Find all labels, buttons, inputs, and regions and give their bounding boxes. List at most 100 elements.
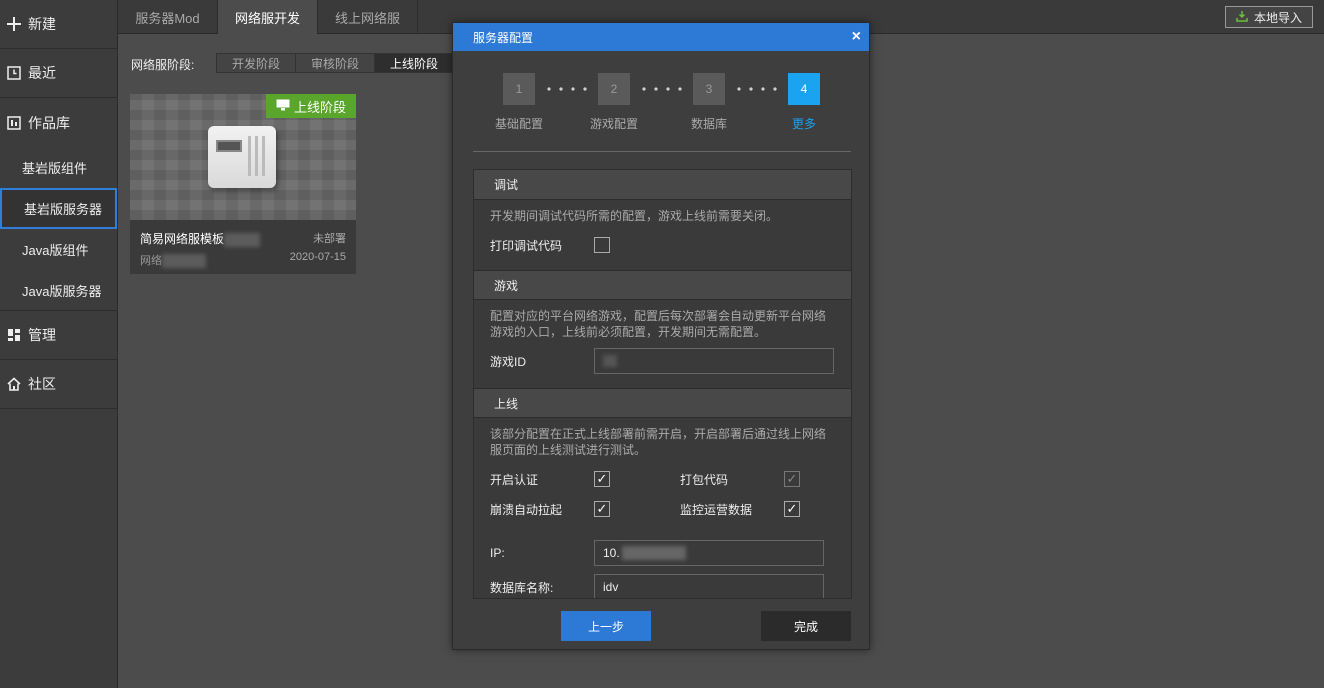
restart-label: 崩溃自动拉起 bbox=[490, 502, 563, 517]
local-import-button[interactable]: 本地导入 bbox=[1225, 6, 1313, 28]
section-debug-header: 调试 bbox=[474, 170, 851, 200]
game-id-input[interactable] bbox=[594, 348, 834, 374]
divider bbox=[473, 151, 851, 152]
deploy-status: 未部署 bbox=[313, 233, 346, 245]
section-debug-desc: 开发期间调试代码所需的配置，游戏上线前需要关闭。 bbox=[490, 209, 779, 223]
redacted-blur bbox=[162, 254, 206, 269]
section-game-desc: 配置对应的平台网络游戏，配置后每次部署会自动更新平台网络游戏的入口，上线前必须配… bbox=[490, 309, 827, 339]
config-scroll-area[interactable]: 调试 开发期间调试代码所需的配置，游戏上线前需要关闭。 打印调试代码 游戏 配置… bbox=[473, 169, 852, 599]
pack-label: 打包代码 bbox=[680, 472, 729, 487]
sidebar-item-new[interactable]: 新建 bbox=[0, 0, 117, 49]
step-4-label: 更多 bbox=[791, 117, 816, 131]
tab-online-network[interactable]: 线上网络服 bbox=[318, 0, 418, 34]
close-icon[interactable]: × bbox=[852, 28, 861, 46]
game-id-row: 游戏ID bbox=[490, 346, 835, 376]
sidebar-sub-label: 基岩版服务器 bbox=[24, 202, 103, 217]
sidebar-sub-label: Java版组件 bbox=[22, 243, 89, 258]
auth-pack-row: 开启认证 ✓ 打包代码 ✓ bbox=[490, 464, 835, 494]
stage-badge-label: 上线阶段 bbox=[293, 99, 346, 115]
auth-checkbox[interactable]: ✓ bbox=[594, 471, 610, 487]
game-id-label: 游戏ID bbox=[490, 354, 527, 369]
sidebar-item-recent[interactable]: 最近 bbox=[0, 49, 117, 98]
db-name-input[interactable]: idv bbox=[594, 574, 824, 598]
sidebar-sub-java-server[interactable]: Java版服务器 bbox=[0, 270, 117, 311]
dialog-title: 服务器配置 bbox=[473, 30, 534, 45]
section-debug-body: 开发期间调试代码所需的配置，游戏上线前需要关闭。 打印调试代码 bbox=[474, 200, 851, 270]
db-name-label: 数据库名称: bbox=[490, 580, 554, 595]
print-debug-checkbox[interactable] bbox=[594, 237, 610, 253]
server-config-dialog: 服务器配置 × 1 2 3 4 基础配置 游戏配置 数据库 更多 调试 开发期间… bbox=[452, 22, 870, 650]
ip-label: IP: bbox=[490, 546, 505, 560]
step-indicator: 1 2 3 4 基础配置 游戏配置 数据库 更多 bbox=[453, 73, 871, 133]
finish-button[interactable]: 完成 bbox=[761, 611, 851, 641]
dialog-header: 服务器配置 × bbox=[453, 23, 869, 51]
step-3[interactable]: 3 bbox=[693, 73, 725, 105]
plus-icon bbox=[6, 16, 22, 32]
step-connector bbox=[733, 87, 781, 91]
ip-value: 10. bbox=[603, 546, 620, 560]
ip-row: IP: 10. bbox=[490, 538, 835, 568]
prev-step-button[interactable]: 上一步 bbox=[561, 611, 651, 641]
step-4[interactable]: 4 bbox=[788, 73, 820, 105]
project-title-row: 简易网络服模板 bbox=[140, 230, 261, 247]
stage-tab-online[interactable]: 上线阶段 bbox=[374, 53, 454, 73]
step-1[interactable]: 1 bbox=[503, 73, 535, 105]
sidebar-sub-bedrock-server[interactable]: 基岩版服务器 bbox=[0, 188, 117, 229]
server-icon bbox=[208, 126, 276, 188]
pack-checkbox: ✓ bbox=[784, 471, 800, 487]
tab-label: 线上网络服 bbox=[334, 10, 400, 26]
stage-tab-dev[interactable]: 开发阶段 bbox=[216, 53, 296, 73]
section-online-desc: 该部分配置在正式上线部署前需开启，开启部署后通过线上网络服页面的上线测试进行测试… bbox=[490, 427, 827, 457]
sidebar-sub-java-component[interactable]: Java版组件 bbox=[0, 229, 117, 270]
project-card[interactable]: 上线阶段 简易网络服模板 未部署 网络 2020-07-15 bbox=[130, 94, 356, 274]
monitor-icon bbox=[276, 99, 290, 114]
project-thumbnail: 上线阶段 bbox=[130, 94, 356, 220]
sidebar-item-label: 新建 bbox=[28, 16, 56, 32]
section-online-body: 该部分配置在正式上线部署前需开启，开启部署后通过线上网络服页面的上线测试进行测试… bbox=[474, 418, 851, 598]
step-2[interactable]: 2 bbox=[598, 73, 630, 105]
section-game-header: 游戏 bbox=[474, 270, 851, 300]
sidebar-item-community[interactable]: 社区 bbox=[0, 360, 117, 409]
sidebar-item-label: 管理 bbox=[28, 327, 56, 343]
sidebar-sub-bedrock-component[interactable]: 基岩版组件 bbox=[0, 147, 117, 188]
stage-tab-label: 上线阶段 bbox=[389, 56, 438, 71]
library-icon bbox=[6, 115, 22, 131]
stage-tab-review[interactable]: 审核阶段 bbox=[295, 53, 375, 73]
stage-badge: 上线阶段 bbox=[266, 94, 356, 118]
redacted-blur bbox=[621, 546, 686, 560]
ip-input[interactable]: 10. bbox=[594, 540, 824, 566]
sidebar-sub-label: Java版服务器 bbox=[22, 283, 102, 299]
sidebar-item-label: 作品库 bbox=[28, 114, 70, 131]
sidebar: 新建 最近 作品库 基岩版组件 基岩版服务器 Java版组件 Java版服务器 … bbox=[0, 0, 118, 688]
sidebar-item-library[interactable]: 作品库 bbox=[0, 98, 117, 147]
stage-tab-label: 开发阶段 bbox=[231, 56, 280, 71]
home-icon bbox=[6, 376, 22, 392]
sidebar-item-manage[interactable]: 管理 bbox=[0, 311, 117, 360]
sidebar-item-label: 社区 bbox=[28, 376, 56, 392]
step-connector bbox=[638, 87, 686, 91]
restart-checkbox[interactable]: ✓ bbox=[594, 501, 610, 517]
download-icon bbox=[1236, 10, 1248, 25]
grid-icon bbox=[6, 327, 22, 343]
project-date: 2020-07-15 bbox=[289, 251, 346, 263]
monitor-checkbox[interactable]: ✓ bbox=[784, 501, 800, 517]
section-online-header: 上线 bbox=[474, 388, 851, 418]
local-import-label: 本地导入 bbox=[1253, 10, 1302, 25]
tab-label: 网络服开发 bbox=[234, 10, 300, 26]
auth-label: 开启认证 bbox=[490, 472, 539, 487]
tab-server-mod[interactable]: 服务器Mod bbox=[118, 0, 218, 34]
project-subtitle: 网络 bbox=[140, 255, 162, 267]
monitor-label: 监控运营数据 bbox=[680, 502, 753, 517]
db-name-value: idv bbox=[603, 580, 619, 594]
tab-label: 服务器Mod bbox=[135, 10, 200, 26]
print-debug-row: 打印调试代码 bbox=[490, 230, 835, 260]
step-connector bbox=[543, 87, 591, 91]
clock-icon bbox=[6, 65, 22, 81]
stage-tabs: 开发阶段 审核阶段 上线阶段 bbox=[216, 53, 454, 73]
sidebar-sub-label: 基岩版组件 bbox=[22, 161, 88, 176]
tab-network-dev[interactable]: 网络服开发 bbox=[218, 0, 318, 34]
sidebar-item-label: 最近 bbox=[28, 65, 56, 81]
print-debug-label: 打印调试代码 bbox=[490, 238, 563, 253]
section-game-body: 配置对应的平台网络游戏，配置后每次部署会自动更新平台网络游戏的入口，上线前必须配… bbox=[474, 300, 851, 388]
db-name-row: 数据库名称: idv bbox=[490, 572, 835, 598]
